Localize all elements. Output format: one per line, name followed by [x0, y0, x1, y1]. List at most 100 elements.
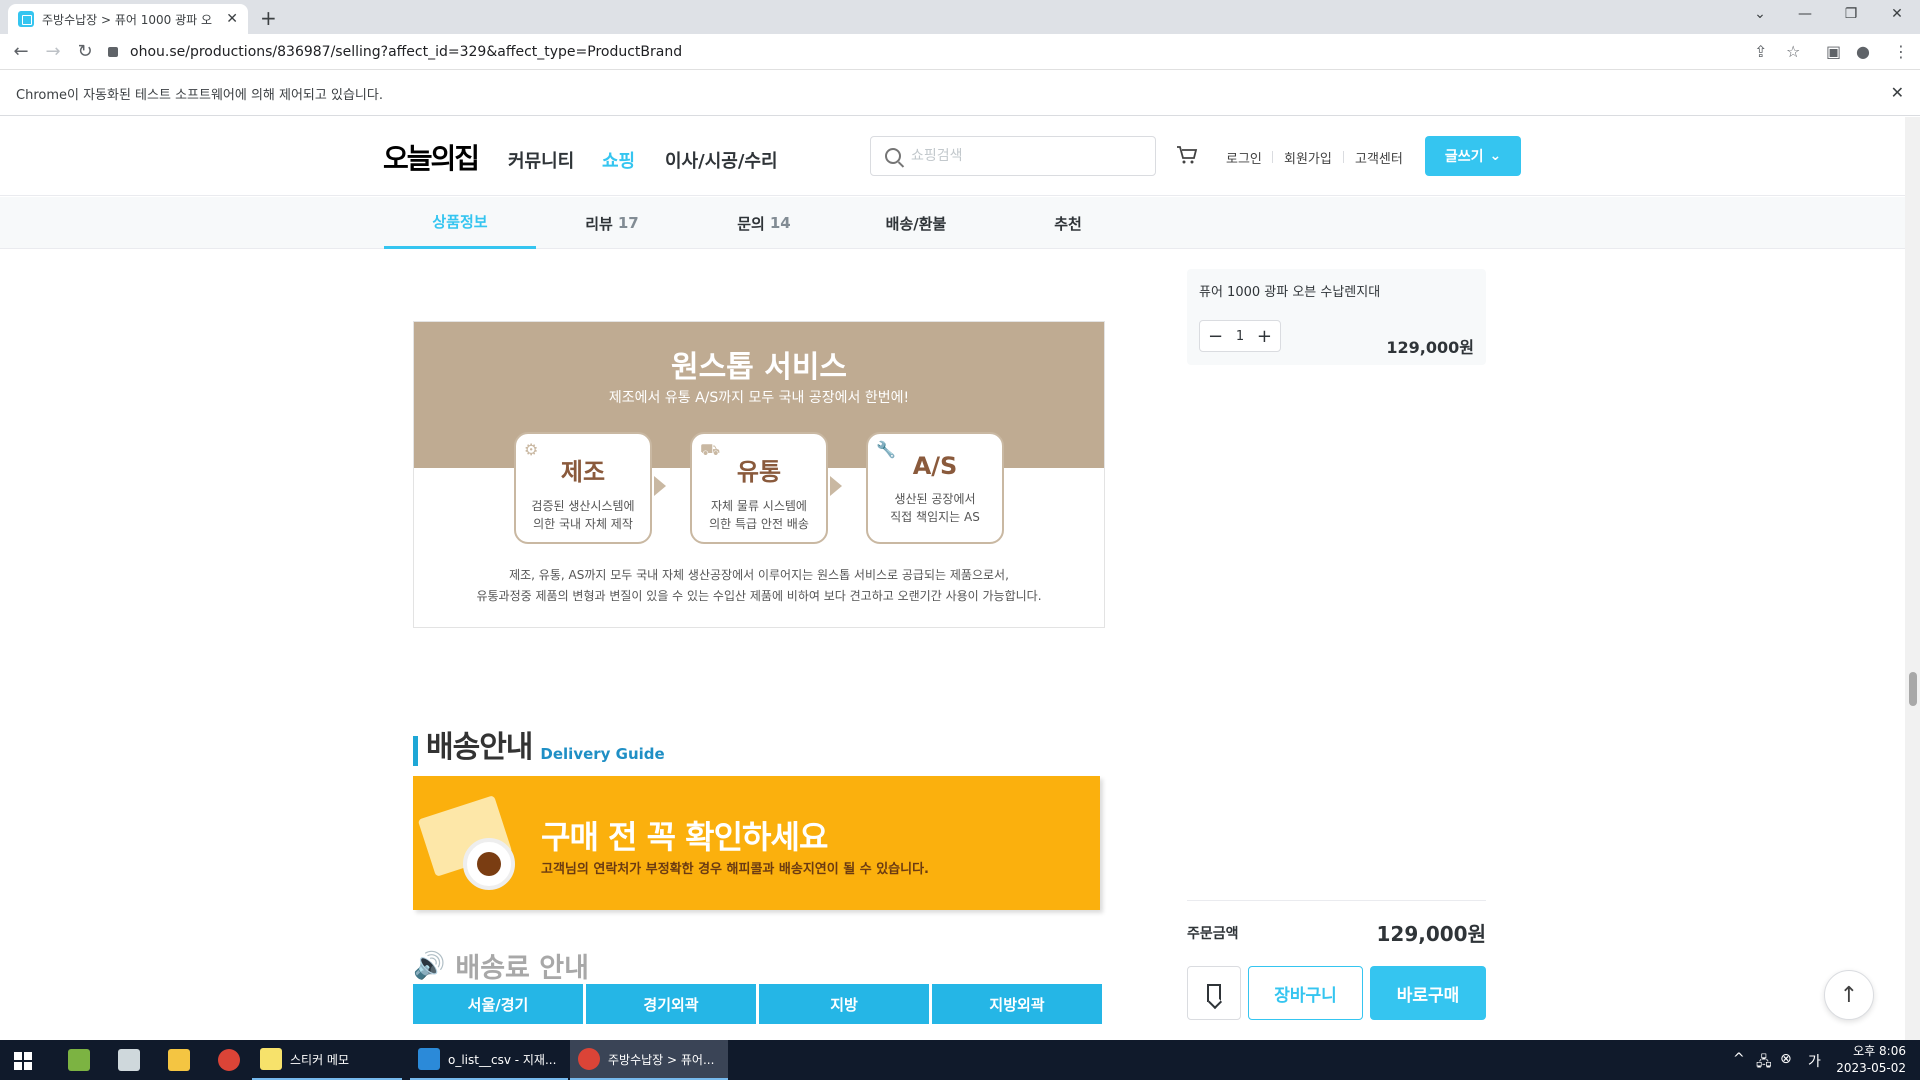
customer-center-link[interactable]: 고객센터	[1355, 148, 1403, 167]
tab-shipping-refund[interactable]: 배송/환불	[840, 197, 992, 249]
network-icon[interactable]: 🖧	[1756, 1051, 1772, 1075]
address-bar[interactable]: ohou.se/productions/836987/selling?affec…	[108, 38, 1788, 66]
ime-icon[interactable]: 가	[1808, 1051, 1821, 1071]
side-panel-icon[interactable]: ▣	[1826, 42, 1841, 61]
buy-now-button[interactable]: 바로구매	[1370, 966, 1486, 1020]
window-close-icon[interactable]: ✕	[1882, 6, 1912, 22]
vscode-icon	[418, 1048, 440, 1070]
page-scrollbar[interactable]	[1905, 117, 1920, 1040]
service-desc: 자체 물류 시스템에 의한 특급 안전 배송	[692, 497, 826, 533]
lock-icon	[108, 47, 118, 57]
selected-option: 퓨어 1000 광파 오븐 수납렌지대 − 1 + 129,000원	[1187, 269, 1486, 365]
bookmark-button[interactable]	[1187, 966, 1241, 1020]
divider	[1187, 900, 1486, 901]
order-amount-label: 주문금액	[1187, 926, 1239, 942]
service-desc: 생산된 공장에서 직접 책임지는 AS	[868, 490, 1002, 526]
wrench-icon: 🔧	[876, 440, 896, 459]
description-line: 제조, 유통, AS까지 모두 국내 자체 생산공장에서 이루어지는 원스톱 서…	[509, 568, 1009, 582]
plus-icon[interactable]: +	[1257, 326, 1272, 347]
tab-product-info[interactable]: 상품정보	[384, 197, 536, 249]
nav-community[interactable]: 커뮤니티	[508, 147, 574, 173]
taskbar-vscode[interactable]: o_list__csv - 지재...	[410, 1040, 568, 1080]
check-before-purchase-banner: 구매 전 꼭 확인하세요 고객님의 연락처가 부정확한 경우 해피콜과 배송지연…	[413, 776, 1100, 910]
taskbar-maps-icon[interactable]	[60, 1040, 98, 1080]
tab-reviews[interactable]: 리뷰 17	[536, 197, 688, 249]
shipping-fee-heading: 🔊 배송료 안내	[413, 946, 589, 985]
option-price: 129,000원	[1386, 338, 1474, 357]
tab-inquiries[interactable]: 문의 14	[688, 197, 840, 249]
infobar-close-icon[interactable]: ✕	[1891, 83, 1904, 102]
scroll-to-top-icon[interactable]: ↑	[1824, 970, 1874, 1020]
divider	[1343, 151, 1344, 163]
add-to-cart-button[interactable]: 장바구니	[1248, 966, 1363, 1020]
fee-heading-text: 배송료 안내	[455, 953, 589, 984]
write-button[interactable]: 글쓰기 ⌄	[1425, 136, 1521, 176]
scrollbar-thumb[interactable]	[1909, 672, 1917, 706]
nav-moving[interactable]: 이사/시공/수리	[665, 147, 778, 173]
chevron-down-icon: ⌄	[1489, 148, 1502, 164]
service-desc-line: 검증된 생산시스템에	[531, 499, 635, 513]
cart-icon[interactable]	[1175, 143, 1199, 167]
clock-date: 2023-05-02	[1836, 1061, 1906, 1075]
banner-subtitle: 고객님의 연락처가 부정확한 경우 해피콜과 배송지연이 될 수 있습니다.	[541, 862, 929, 877]
service-desc-line: 자체 물류 시스템에	[711, 499, 807, 513]
speaker-icon: 🔊	[413, 950, 446, 981]
new-tab-icon[interactable]: +	[260, 6, 277, 30]
taskbar-chrome-icon[interactable]	[210, 1040, 248, 1080]
fee-column-header: 지방	[759, 984, 929, 1024]
product-tabs: 상품정보 리뷰 17 문의 14 배송/환불 추천	[0, 197, 1905, 249]
site-header: 오늘의집 커뮤니티 쇼핑 이사/시공/수리 로그인 회원가입 고객센터 글쓰기 …	[0, 117, 1905, 196]
tab-close-icon[interactable]: ✕	[226, 11, 238, 27]
quantity-value[interactable]: 1	[1236, 329, 1244, 344]
option-name: 퓨어 1000 광파 오븐 수납렌지대	[1199, 285, 1381, 300]
minus-icon[interactable]: −	[1208, 326, 1223, 347]
automation-notice: Chrome이 자동화된 테스트 소프트웨어에 의해 제어되고 있습니다.	[16, 87, 383, 103]
reload-icon[interactable]: ↻	[74, 41, 96, 62]
delivery-heading-en: Delivery Guide	[540, 745, 665, 763]
minimize-icon[interactable]: —	[1790, 6, 1820, 22]
taskbar-app-label: o_list__csv - 지재...	[448, 1052, 557, 1067]
service-desc: 검증된 생산시스템에 의한 국내 자체 제작	[516, 497, 650, 533]
site-logo[interactable]: 오늘의집	[383, 137, 480, 177]
signup-link[interactable]: 회원가입	[1284, 148, 1332, 167]
back-icon[interactable]: ←	[10, 41, 32, 62]
search-input[interactable]	[911, 148, 1131, 164]
shipping-fee-table: 서울/경기 경기외곽 지방 지방외곽	[413, 984, 1105, 1024]
browser-tab[interactable]: 주방수납장 > 퓨어 1000 광파 오 ✕	[8, 4, 248, 34]
banner-title: 구매 전 꼭 확인하세요	[541, 818, 828, 856]
restore-icon[interactable]: ❐	[1836, 6, 1866, 22]
taskbar-chrome-window[interactable]: 주방수납장 > 퓨어...	[570, 1040, 728, 1080]
nav-shopping[interactable]: 쇼핑	[602, 147, 635, 173]
description-line: 유통과정중 제품의 변형과 변질이 있을 수 있는 수입산 제품에 비하여 보다…	[476, 589, 1042, 603]
profile-icon[interactable]: ●	[1856, 42, 1870, 61]
site-favicon-icon	[18, 11, 34, 27]
tab-label: 추천	[1054, 214, 1082, 233]
onestop-service-image: 원스톱 서비스 제조에서 유통 A/S까지 모두 국내 공장에서 한번에! ⚙ …	[413, 321, 1105, 628]
fee-column-header: 지방외곽	[932, 984, 1102, 1024]
taskbar-app-icon[interactable]	[110, 1040, 148, 1080]
forward-icon[interactable]: →	[42, 41, 64, 62]
tab-search-icon[interactable]: ⌄	[1745, 6, 1775, 22]
browser-toolbar: ← → ↻ ohou.se/productions/836987/selling…	[0, 34, 1920, 70]
bookmark-icon	[1207, 984, 1221, 1002]
bookmark-star-icon[interactable]: ☆	[1786, 42, 1800, 61]
menu-icon[interactable]: ⋮	[1893, 42, 1909, 61]
share-icon[interactable]: ⇪	[1754, 42, 1767, 61]
windows-taskbar: 스티커 메모 o_list__csv - 지재... 주방수납장 > 퓨어...…	[0, 1040, 1920, 1080]
login-link[interactable]: 로그인	[1226, 148, 1262, 167]
taskbar-app-label: 주방수납장 > 퓨어...	[608, 1052, 715, 1067]
tab-label: 배송/환불	[885, 214, 947, 233]
taskbar-explorer-icon[interactable]	[160, 1040, 198, 1080]
tab-label: 상품정보	[432, 213, 488, 231]
tab-recommend[interactable]: 추천	[992, 197, 1144, 249]
tab-count: 17	[617, 214, 639, 232]
taskbar-sticky-notes[interactable]: 스티커 메모	[252, 1040, 402, 1080]
taskbar-clock[interactable]: 오후 8:06 2023-05-02	[1836, 1043, 1906, 1077]
volume-mute-icon[interactable]: ⊗	[1780, 1051, 1792, 1067]
service-desc-line: 직접 책임지는 AS	[890, 510, 980, 524]
service-card-distribution: ⛟ 유통 자체 물류 시스템에 의한 특급 안전 배송	[690, 432, 828, 544]
search-box	[870, 136, 1156, 176]
tray-chevron-icon[interactable]: ^	[1733, 1051, 1745, 1067]
heading-accent-bar	[413, 736, 418, 766]
windows-start-icon[interactable]	[14, 1052, 32, 1070]
